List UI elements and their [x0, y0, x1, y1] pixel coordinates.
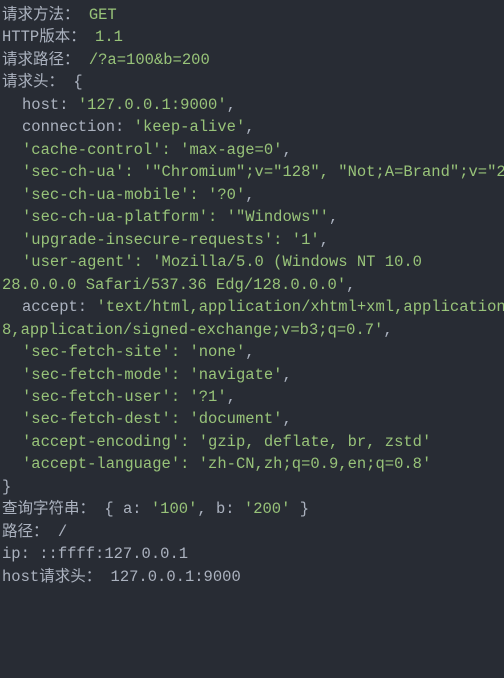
header-cache-control: 'cache-control': 'max-age=0', [2, 139, 502, 161]
header-accept-language: 'accept-language': 'zh-CN,zh;q=0.9,en;q=… [2, 453, 502, 475]
ip-value: ::ffff:127.0.0.1 [39, 545, 188, 563]
host-header-line: host请求头： 127.0.0.1:9000 [2, 566, 502, 588]
request-path-line: 请求路径： /?a=100&b=200 [2, 49, 502, 71]
query-string-line: 查询字符串： { a: '100', b: '200' } [2, 498, 502, 520]
ip-line: ip: ::ffff:127.0.0.1 [2, 543, 502, 565]
headers-close-line: } [2, 476, 502, 498]
headers-open-line: 请求头： { [2, 71, 502, 93]
header-sec-ch-ua-mobile: 'sec-ch-ua-mobile': '?0', [2, 184, 502, 206]
httpver-label: HTTP版本： [2, 28, 86, 46]
header-accept-encoding: 'accept-encoding': 'gzip, deflate, br, z… [2, 431, 502, 453]
header-user-agent: 'user-agent': 'Mozilla/5.0 (Windows NT 1… [2, 251, 502, 273]
path-value: /?a=100&b=200 [89, 51, 210, 69]
header-sec-ch-ua-platform: 'sec-ch-ua-platform': '"Windows"', [2, 206, 502, 228]
header-upgrade-insecure-requests: 'upgrade-insecure-requests': '1', [2, 229, 502, 251]
http-version-line: HTTP版本： 1.1 [2, 26, 502, 48]
header-sec-fetch-mode: 'sec-fetch-mode': 'navigate', [2, 364, 502, 386]
header-accept-cont: 8,application/signed-exchange;v=b3;q=0.7… [2, 319, 502, 341]
header-user-agent-cont: 28.0.0.0 Safari/537.36 Edg/128.0.0.0', [2, 274, 502, 296]
close-brace: } [2, 478, 11, 496]
host-header-value: 127.0.0.1:9000 [111, 568, 241, 586]
path-label: 请求路径： [2, 51, 80, 69]
headers-label: 请求头： [2, 73, 64, 91]
header-sec-fetch-site: 'sec-fetch-site': 'none', [2, 341, 502, 363]
header-sec-ch-ua: 'sec-ch-ua': '"Chromium";v="128", "Not;A… [2, 161, 502, 183]
open-brace: { [73, 73, 82, 91]
header-connection: connection: 'keep-alive', [2, 116, 502, 138]
request-method-line: 请求方法： GET [2, 4, 502, 26]
httpver-value: 1.1 [95, 28, 123, 46]
route-value: / [58, 523, 67, 541]
method-label: 请求方法： [2, 6, 80, 24]
method-value: GET [89, 6, 117, 24]
route-line: 路径： / [2, 521, 502, 543]
header-sec-fetch-dest: 'sec-fetch-dest': 'document', [2, 408, 502, 430]
query-label: 查询字符串： [2, 500, 95, 518]
ip-label: ip: [2, 545, 30, 563]
host-header-label: host请求头： [2, 568, 101, 586]
header-host: host: '127.0.0.1:9000', [2, 94, 502, 116]
route-label: 路径： [2, 523, 49, 541]
header-accept: accept: 'text/html,application/xhtml+xml… [2, 296, 502, 318]
header-sec-fetch-user: 'sec-fetch-user': '?1', [2, 386, 502, 408]
